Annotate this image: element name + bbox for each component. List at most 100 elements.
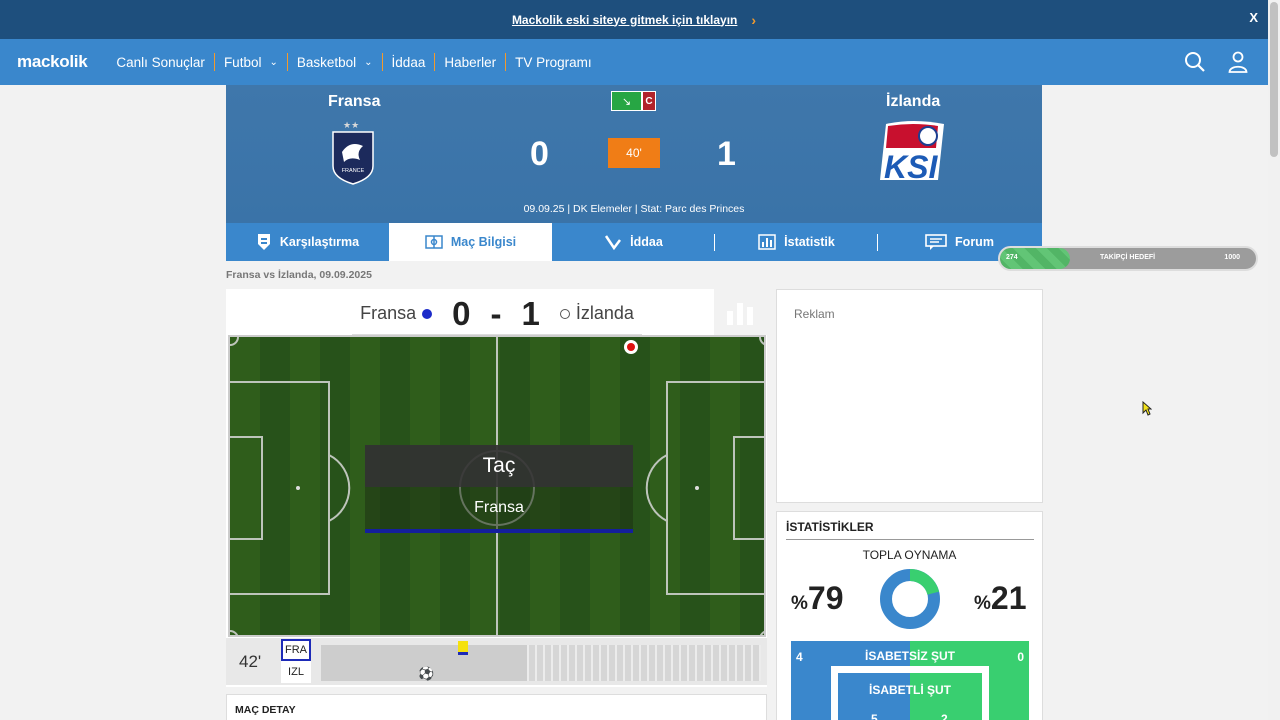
iddaa-icon: [605, 235, 622, 250]
live-home-team: Fransa: [360, 303, 417, 323]
score-separator: -: [490, 294, 502, 332]
away-color-dot-icon: [559, 308, 570, 319]
old-site-banner: Mackolik eski siteye gitmek için tıklayı…: [0, 0, 1268, 39]
breadcrumb: Fransa vs İzlanda, 09.09.2025: [226, 269, 372, 281]
live-scoreline: Fransa 0 - 1 İzlanda: [352, 293, 642, 335]
tab-statistics[interactable]: İstatistik: [715, 223, 878, 261]
match-info: 09.09.25 | DK Elemeler | Stat: Parc des …: [523, 203, 745, 215]
away-abbr[interactable]: IZL: [281, 661, 311, 683]
tab-label: Karşılaştırma: [279, 235, 360, 249]
possession-donut: [880, 569, 940, 629]
possession-away-value: 21: [990, 580, 1027, 616]
nav-label: Haberler: [444, 54, 497, 70]
home-color-dot-icon: [422, 308, 433, 319]
main-nav: mackolik Canlı Sonuçlar Futbol ⌄ Basketbo…: [0, 39, 1268, 85]
divider: [786, 539, 1034, 540]
tab-label: İddaa: [630, 235, 663, 249]
tab-match-info[interactable]: Maç Bilgisi: [389, 223, 552, 261]
tab-comparison[interactable]: Karşılaştırma: [226, 223, 389, 261]
goal-target: 1000: [1224, 254, 1240, 261]
tab-label: Forum: [955, 235, 994, 249]
nav-item-football[interactable]: Futbol ⌄: [215, 53, 287, 71]
on-target-home: 5: [871, 712, 878, 720]
france-crest-icon[interactable]: ★★ FRANCE: [330, 120, 376, 191]
timeline-minute: 42': [239, 652, 262, 671]
off-target-label: İSABETSİZ ŞUT: [864, 649, 955, 663]
match-tabs: Karşılaştırma Maç Bilgisi İddaa İstatist…: [226, 223, 1042, 261]
channel-logo-icon: ↘: [611, 91, 642, 111]
statistics-panel: İSTATİSTİKLER TOPLA OYNAMA %79 %21 4 İSA…: [776, 511, 1043, 720]
goal-ball-icon[interactable]: ⚽: [418, 666, 434, 682]
match-timeline: 42' FRA IZL ⚽: [226, 638, 767, 685]
bar-chart-icon: [727, 303, 753, 325]
match-detail-title: MAÇ DETAY: [235, 704, 296, 716]
old-site-link[interactable]: Mackolik eski siteye gitmek için tıklayı…: [512, 13, 737, 27]
goal-label: TAKİPÇİ HEDEFİ: [1100, 254, 1156, 261]
nav-item-live[interactable]: Canlı Sonuçlar: [107, 53, 214, 71]
nav-item-iddaa[interactable]: İddaa: [383, 53, 435, 71]
event-team: Fransa: [365, 487, 633, 533]
percent-sign: %: [974, 593, 991, 614]
possession-label: TOPLA OYNAMA: [862, 548, 957, 562]
nav-label: Canlı Sonuçlar: [116, 54, 205, 70]
possession-away: %21: [974, 580, 1027, 617]
nav-label: İddaa: [391, 54, 426, 70]
channel-letter: C: [642, 91, 656, 111]
mouse-cursor-icon: [1142, 401, 1152, 416]
home-score: 0: [530, 135, 549, 173]
live-away-team: İzlanda: [575, 303, 634, 323]
ad-label: Reklam: [794, 307, 835, 321]
chevron-right-icon[interactable]: ›: [751, 12, 756, 28]
tv-channel-badge[interactable]: ↘ C: [611, 91, 657, 111]
tab-iddaa[interactable]: İddaa: [552, 223, 715, 261]
nav-item-basketball[interactable]: Basketbol ⌄: [288, 53, 382, 71]
percent-sign: %: [791, 593, 808, 614]
shots-graphic: 4 İSABETSİZ ŞUT 0 İSABETLİ ŞUT 5 2: [791, 641, 1029, 720]
close-banner-button[interactable]: X: [1249, 10, 1258, 25]
away-crest-label: KSI: [884, 149, 938, 185]
nav-item-news[interactable]: Haberler: [435, 53, 505, 71]
away-score: 1: [717, 135, 736, 173]
home-abbr[interactable]: FRA: [281, 639, 311, 661]
statistics-title: İSTATİSTİKLER: [786, 520, 874, 534]
possession-home: %79: [791, 580, 844, 617]
home-team-name[interactable]: Fransa: [328, 93, 380, 111]
nav-label: TV Programı: [515, 54, 592, 70]
page-scrollbar[interactable]: [1268, 0, 1280, 720]
scrollbar-thumb[interactable]: [1270, 2, 1278, 157]
search-icon[interactable]: [1184, 51, 1206, 73]
forum-icon: [925, 234, 947, 250]
pitch-icon: [425, 235, 443, 249]
svg-text:★★: ★★: [343, 120, 359, 130]
comparison-icon: [257, 234, 270, 250]
ad-box[interactable]: Reklam: [776, 289, 1043, 503]
possession-home-value: 79: [807, 580, 844, 616]
on-target-away: 2: [941, 712, 948, 720]
chevron-down-icon: ⌄: [269, 56, 278, 68]
bar-chart-icon: [758, 234, 776, 250]
nav-label: Futbol: [223, 54, 262, 70]
tab-label: Maç Bilgisi: [450, 235, 517, 249]
yellow-card-icon[interactable]: [458, 641, 468, 655]
event-title: Taç: [365, 445, 633, 487]
logo[interactable]: mackolik: [17, 52, 88, 72]
tab-label: İstatistik: [784, 235, 835, 249]
on-target-label: İSABETLİ ŞUT: [868, 683, 951, 697]
home-crest-label: FRANCE: [342, 168, 365, 174]
ball-marker-dot: [627, 343, 635, 351]
match-detail-section: MAÇ DETAY: [226, 694, 767, 720]
goal-current: 274: [1006, 254, 1018, 261]
follower-goal-progress: 274 TAKİPÇİ HEDEFİ 1000: [998, 246, 1258, 271]
iceland-crest-icon[interactable]: KSI: [878, 120, 948, 191]
match-header: Fransa İzlanda ★★ FRANCE KSI ↘ C 0 40' 1…: [226, 85, 1042, 223]
nav-item-tv[interactable]: TV Programı: [506, 53, 601, 71]
live-home-score: 0: [452, 294, 471, 332]
off-target-away: 0: [1017, 650, 1024, 664]
away-team-name[interactable]: İzlanda: [886, 93, 940, 111]
chevron-down-icon: ⌄: [364, 56, 373, 68]
nav-label: Basketbol: [296, 54, 357, 70]
user-icon[interactable]: [1228, 51, 1248, 73]
match-minute: 40': [608, 138, 660, 168]
stats-toggle-button[interactable]: [714, 289, 767, 335]
pitch-view: Taç Fransa: [228, 335, 766, 637]
